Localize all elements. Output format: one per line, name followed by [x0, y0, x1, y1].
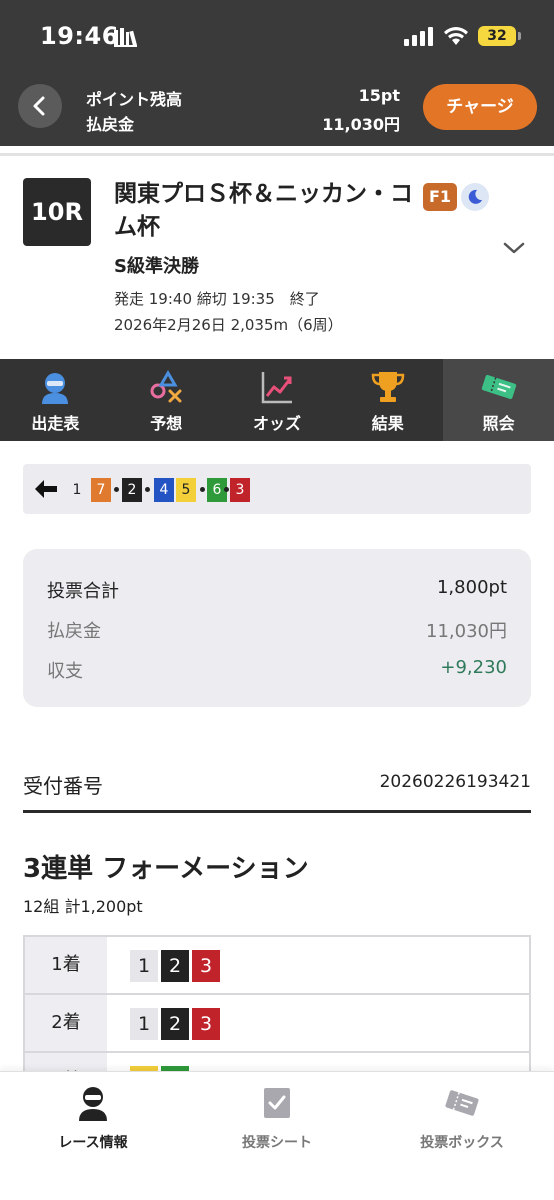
charge-button[interactable]: チャージ [423, 84, 537, 130]
bottom-navigation: レース情報 投票シート 投票ボックス [0, 1071, 554, 1200]
table-row: 2着 1 2 3 [25, 995, 529, 1053]
race-title: 関東プロＳ杯＆ニッカン・コム杯 [114, 181, 413, 240]
race-date-distance: 2026年2月26日 2,035m（6周） [114, 316, 343, 334]
race-tabs: 出走表 予想 オッズ 結果 照会 [0, 359, 554, 441]
pick-separator [224, 487, 229, 492]
tab-label: 照会 [482, 414, 515, 433]
battery-indicator: 32 [478, 26, 516, 46]
nav-bet-box[interactable]: 投票ボックス [392, 1084, 532, 1152]
rider-icon [42, 373, 69, 404]
nav-race-info[interactable]: レース情報 [23, 1084, 163, 1152]
cell-signal-icon [404, 27, 433, 46]
pick-chip: 3 [192, 950, 220, 982]
odds-chart-icon [261, 372, 292, 404]
pick-chip: 1 [67, 478, 87, 502]
result-order: 1 7 2 4 5 6 3 [23, 464, 531, 514]
tab-label: オッズ [252, 414, 301, 433]
reading-list-icon [114, 28, 138, 47]
trophy-icon [371, 372, 405, 402]
status-bar: 19:46 32 [0, 0, 554, 72]
receipt-label: 受付番号 [23, 774, 103, 798]
pick-chip: 1 [130, 1008, 158, 1040]
grade-badge: F1 [423, 183, 457, 211]
race-class: S級準決勝 [114, 256, 199, 277]
pick-chip: 7 [91, 478, 111, 502]
header-refund-value: 11,030円 [322, 115, 400, 134]
position-label: 1着 [25, 937, 107, 993]
race-schedule: 発走 19:40 締切 19:35 終了 [114, 290, 320, 308]
wifi-icon [444, 27, 468, 45]
pick-chip: 2 [161, 1008, 189, 1040]
position-label: 2着 [25, 995, 107, 1051]
race-number-badge: 10R [23, 178, 91, 246]
refund-label: 払戻金 [47, 621, 101, 642]
nav-label: レース情報 [58, 1135, 128, 1151]
checked-sheet-icon [264, 1088, 290, 1118]
chevron-left-icon [33, 96, 45, 116]
tab-label: 出走表 [31, 414, 80, 433]
points-value: 15pt [358, 86, 400, 105]
pick-chip: 1 [130, 950, 158, 982]
race-info[interactable]: 10R 関東プロＳ杯＆ニッカン・コム杯 F1 S級準決勝 発走 19:40 締切… [0, 156, 554, 359]
pick-separator [114, 487, 119, 492]
tab-odds[interactable]: オッズ [222, 359, 333, 441]
pick-separator [145, 487, 150, 492]
balance-value: +9,230 [440, 657, 507, 678]
summary-card: 投票合計 1,800pt 払戻金 11,030円 収支 +9,230 [23, 549, 531, 707]
total-value: 1,800pt [436, 577, 507, 598]
refund-value: 11,030円 [426, 621, 507, 642]
arrow-left-icon [35, 480, 57, 498]
receipt-divider [23, 810, 531, 813]
tab-entries[interactable]: 出走表 [0, 359, 111, 441]
receipt-number: 20260226193421 [379, 772, 531, 792]
ticket-icon [481, 374, 516, 400]
nav-label: 投票ボックス [420, 1135, 504, 1151]
rider-icon [79, 1087, 107, 1121]
pick-chip: 5 [176, 478, 196, 502]
tab-prediction[interactable]: 予想 [111, 359, 222, 441]
bet-type-title: 3連単 フォーメーション [23, 854, 309, 884]
pick-chip: 3 [230, 478, 250, 502]
pick-separator [200, 487, 205, 492]
pick-chip: 2 [161, 950, 189, 982]
tab-results[interactable]: 結果 [332, 359, 443, 441]
ticket-box-icon [445, 1090, 479, 1116]
nav-label: 投票シート [242, 1135, 312, 1151]
balance-label: 収支 [47, 661, 83, 682]
tab-label: 結果 [371, 414, 404, 433]
chevron-down-icon[interactable] [502, 240, 526, 256]
table-row: 1着 1 2 3 [25, 937, 529, 995]
status-time: 19:46 [40, 22, 119, 50]
tab-label: 予想 [150, 414, 183, 433]
bet-summary: 12組 計1,200pt [23, 897, 143, 916]
total-label: 投票合計 [47, 581, 119, 602]
nav-bet-sheet[interactable]: 投票シート [207, 1084, 347, 1152]
night-race-icon [461, 183, 489, 211]
prediction-icon [150, 370, 182, 403]
app-header: ポイント残高 払戻金 15pt 11,030円 チャージ [0, 72, 554, 146]
pick-chip: 2 [122, 478, 142, 502]
header-refund-label: 払戻金 [86, 115, 135, 134]
top-bar: 19:46 32 ポイント残高 払戻金 15pt 11,030円 チャージ [0, 0, 554, 146]
formation-table: 1着 1 2 3 2着 1 2 3 3着 5 6 [23, 935, 531, 1080]
points-label: ポイント残高 [86, 90, 183, 109]
back-button[interactable] [18, 84, 62, 128]
pick-chip: 3 [192, 1008, 220, 1040]
tab-inquiry[interactable]: 照会 [443, 359, 554, 441]
battery-tip [518, 32, 521, 40]
pick-chip: 4 [154, 478, 174, 502]
